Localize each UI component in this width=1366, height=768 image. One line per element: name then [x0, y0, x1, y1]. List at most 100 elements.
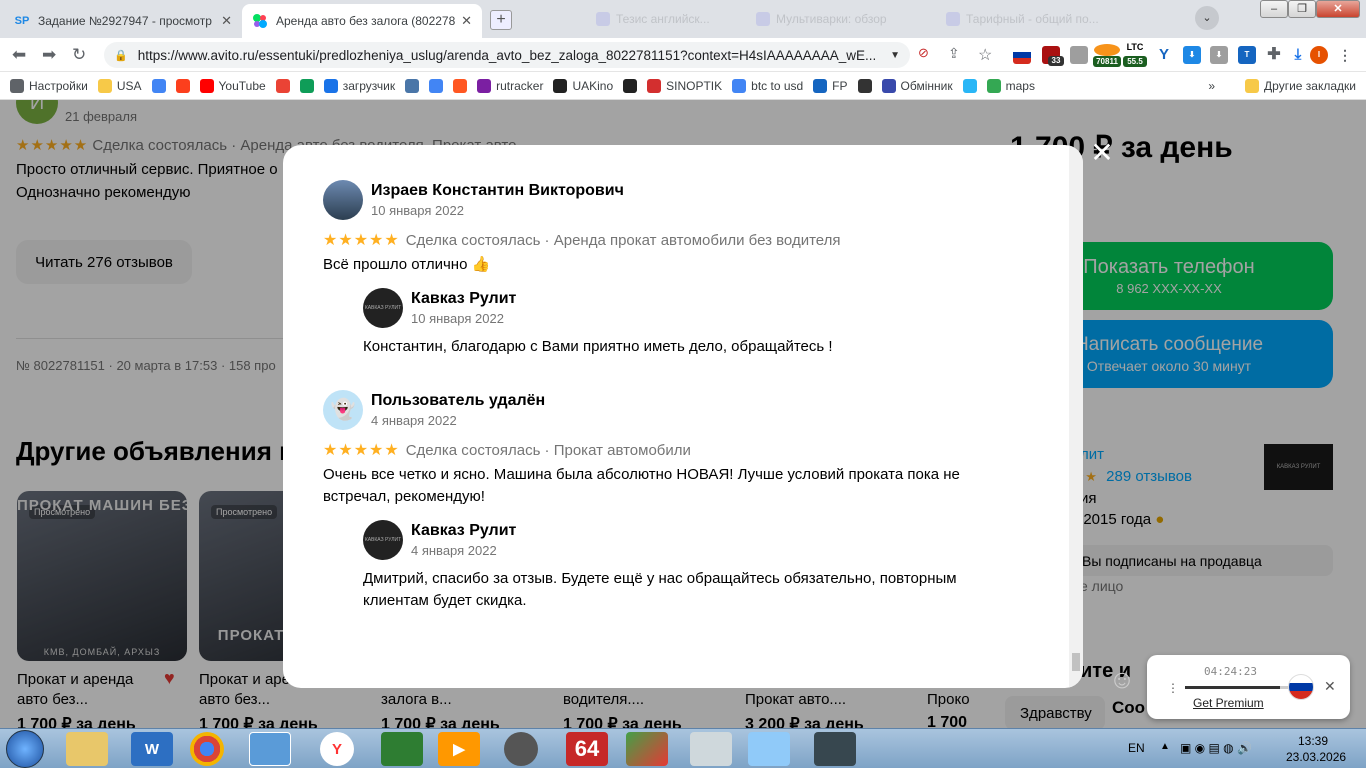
media-player-icon[interactable]: ▶ — [438, 732, 480, 766]
bookmark-translate-icon[interactable] — [429, 78, 444, 93]
review-date: 10 января 2022 — [371, 203, 464, 218]
reviewer-name[interactable]: Израев Константин Викторович — [371, 182, 624, 200]
close-icon[interactable]: ✕ — [461, 13, 472, 29]
bookmark-yandex-icon[interactable] — [175, 78, 190, 93]
chess-icon — [623, 78, 638, 93]
forward-icon[interactable]: ➡ — [42, 45, 56, 65]
review-text: Всё прошло отлично 👍 — [323, 256, 491, 273]
terminal-icon[interactable] — [814, 732, 856, 766]
fp-icon — [813, 78, 828, 93]
other-bookmarks-folder[interactable]: Другие закладки — [1245, 78, 1356, 93]
window-close-button[interactable]: ✕ — [1316, 0, 1360, 18]
profile-avatar[interactable]: I — [1310, 46, 1328, 64]
close-icon[interactable]: ✕ — [221, 13, 232, 29]
bookmark-usa[interactable]: USA — [97, 78, 142, 93]
yandex-icon — [175, 78, 190, 93]
flag-ru-icon[interactable] — [1013, 46, 1031, 64]
language-indicator[interactable]: EN — [1128, 741, 1145, 768]
extensions-puzzle-icon[interactable]: ✚ — [1265, 46, 1283, 64]
tab-search-icon[interactable]: ⌄ — [1195, 6, 1219, 30]
maps-icon — [986, 78, 1001, 93]
vpn-timer: 04:24:23 — [1204, 665, 1257, 678]
url-text: https://www.avito.ru/essentuki/predlozhe… — [137, 47, 877, 63]
bookmark-snowflake-icon[interactable] — [962, 78, 977, 93]
seller-reply-name[interactable]: Кавказ Рулит — [411, 522, 516, 540]
vpn-progress — [1185, 686, 1280, 689]
more-bookmarks-icon[interactable]: » — [1208, 79, 1215, 93]
windows-taskbar: W Y ▶ 64 EN ▲ ▣ ◉ ▤ ◍ 🔊 13:39 23.03.2026 — [0, 728, 1366, 768]
bookmark-btc-to-usd[interactable]: btc to usd — [732, 78, 803, 93]
get-premium-link[interactable]: Get Premium — [1193, 696, 1264, 710]
bookmark-загрузчик[interactable]: загрузчик — [323, 78, 395, 93]
download-ext-icon[interactable]: ⬇ — [1183, 46, 1201, 64]
clock-date[interactable]: 23.03.2026 — [1286, 750, 1346, 768]
seller-reply-name[interactable]: Кавказ Рулит — [411, 290, 516, 308]
minimize-button[interactable]: – — [1260, 0, 1288, 18]
bookmarks-bar: Настройки USA YouTube загрузчик rutracker UAK… — [0, 72, 1366, 100]
youtube-icon — [199, 78, 214, 93]
dropdown-icon[interactable]: ▼ — [890, 50, 900, 61]
bookmark-drive-icon[interactable] — [299, 78, 314, 93]
tab-avito[interactable]: Аренда авто без залога (80227811 ✕ — [242, 4, 482, 38]
bookmark-star-icon[interactable]: ☆ — [978, 45, 992, 65]
bookmark-настройки[interactable]: Настройки — [10, 78, 88, 93]
bookmark-google-icon[interactable] — [151, 78, 166, 93]
vpn-icon[interactable]: Y — [1155, 46, 1173, 64]
bookmark-fp[interactable]: FP — [813, 78, 848, 93]
bookmark-f-icon[interactable] — [453, 78, 468, 93]
more-icon[interactable]: ⋮ — [1167, 681, 1179, 695]
money-icon[interactable] — [381, 732, 423, 766]
block-icon[interactable]: ⊘ — [918, 45, 929, 61]
bookmark-maps[interactable]: maps — [986, 78, 1035, 93]
flag-ru-icon[interactable] — [1288, 674, 1314, 700]
calculator-icon[interactable] — [690, 732, 732, 766]
bookmark-sinoptik[interactable]: SINOPTIK — [647, 78, 722, 93]
bitcoin-icon[interactable] — [1094, 44, 1120, 56]
tray-icons[interactable]: ▣ ◉ ▤ ◍ 🔊 — [1180, 741, 1252, 768]
scrollbar-thumb[interactable] — [1072, 653, 1080, 671]
bookmark-rutracker[interactable]: rutracker — [477, 78, 543, 93]
tray-expand-icon[interactable]: ▲ — [1160, 741, 1170, 768]
bookmark-обмінник[interactable]: Обмінник — [881, 78, 953, 93]
background-tab[interactable]: Мультиварки: обзор — [756, 8, 887, 30]
chrome-taskbar-icon[interactable] — [190, 732, 224, 766]
chart-app-icon[interactable] — [626, 732, 668, 766]
folder-icon — [97, 78, 112, 93]
notes-icon[interactable] — [748, 732, 790, 766]
chrome-menu-icon[interactable]: ⋮ — [1336, 46, 1354, 64]
review-date: 4 января 2022 — [371, 413, 457, 428]
reload-icon[interactable]: ↻ — [72, 45, 86, 65]
back-icon[interactable]: ⬅ — [12, 45, 26, 65]
background-tab[interactable]: Тарифный - общий по... — [946, 8, 1099, 30]
address-field[interactable]: 🔒 https://www.avito.ru/essentuki/predloz… — [104, 42, 910, 68]
close-modal-icon[interactable]: ✕ — [1090, 139, 1114, 167]
briefcase-icon[interactable] — [1070, 46, 1088, 64]
explorer-icon[interactable] — [66, 732, 108, 766]
rating-stars: ★★★★★ — [323, 232, 400, 249]
bookmark-bc-icon[interactable] — [857, 78, 872, 93]
yandex-browser-icon[interactable]: Y — [320, 732, 354, 766]
new-tab-button[interactable]: + — [490, 10, 512, 30]
close-icon[interactable]: ✕ — [1324, 678, 1336, 695]
start-button[interactable] — [6, 730, 44, 768]
share-icon[interactable]: ⇪ — [948, 45, 960, 62]
tab-zadanie[interactable]: SP Задание №2927947 - просмотр за ✕ — [4, 4, 242, 38]
tab-title: Задание №2927947 - просмотр за — [38, 14, 216, 28]
app-64-icon[interactable]: 64 — [566, 732, 608, 766]
downloads-icon[interactable]: ⤓ — [1289, 46, 1307, 64]
bookmark-vk-icon[interactable] — [405, 78, 420, 93]
save-icon[interactable]: ⬇ — [1210, 46, 1228, 64]
bookmark-chess-icon[interactable] — [623, 78, 638, 93]
maximize-button[interactable]: ❐ — [1288, 0, 1316, 18]
translate-ext-icon[interactable]: T — [1238, 46, 1256, 64]
browser-taskbar-icon[interactable] — [249, 732, 291, 766]
modal-scrollbar[interactable] — [1069, 145, 1083, 688]
seller-avatar: КАВКАЗ РУЛИТ — [363, 288, 403, 328]
bookmark-uakino[interactable]: UAKino — [553, 78, 613, 93]
background-tab[interactable]: Тезис английск... — [596, 8, 710, 30]
bookmark-gmail-icon[interactable] — [275, 78, 290, 93]
bookmark-youtube[interactable]: YouTube — [199, 78, 266, 93]
clock-app-icon[interactable] — [504, 732, 538, 766]
seller-avatar: КАВКАЗ РУЛИТ — [363, 520, 403, 560]
antivirus-icon[interactable]: W — [131, 732, 173, 766]
